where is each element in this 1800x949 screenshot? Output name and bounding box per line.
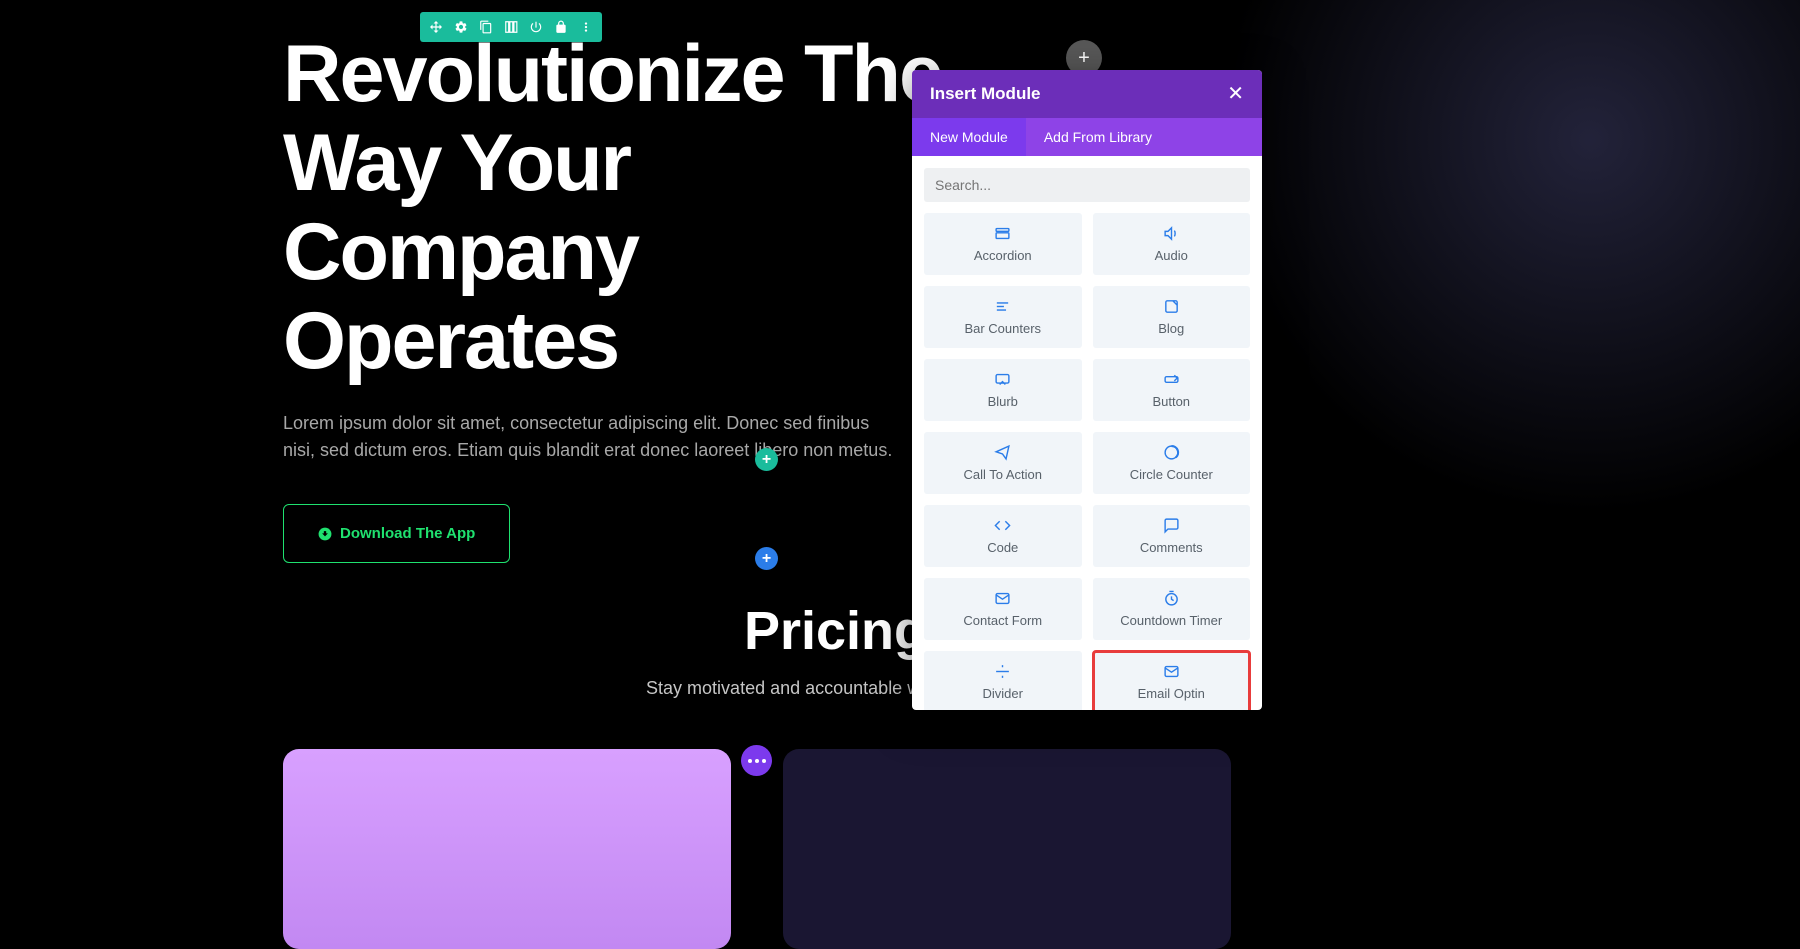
blog-icon [1163, 298, 1180, 315]
search-input[interactable] [924, 168, 1250, 202]
lock-icon[interactable] [550, 16, 572, 38]
duplicate-icon[interactable] [475, 16, 497, 38]
column-icon[interactable] [500, 16, 522, 38]
module-label: Button [1152, 394, 1190, 409]
module-label: Circle Counter [1130, 467, 1213, 482]
pricing-title: Pricing Plan [0, 600, 1800, 662]
more-icon[interactable] [575, 16, 597, 38]
module-accordion[interactable]: Accordion [924, 213, 1082, 275]
gear-icon[interactable] [450, 16, 472, 38]
module-countdown-timer[interactable]: Countdown Timer [1093, 578, 1251, 640]
pricing-subtitle: Stay motivated and accountable with our … [0, 678, 1800, 699]
module-bar-counters[interactable]: Bar Counters [924, 286, 1082, 348]
button-icon [1163, 371, 1180, 388]
pricing-card-1[interactable] [283, 749, 731, 949]
tab-add-from-library[interactable]: Add From Library [1026, 118, 1170, 156]
comments-icon [1163, 517, 1180, 534]
move-icon[interactable] [425, 16, 447, 38]
download-label: Download The App [340, 525, 475, 542]
download-icon [318, 527, 332, 541]
module-button[interactable]: Button [1093, 359, 1251, 421]
code-icon [994, 517, 1011, 534]
circle-icon [1163, 444, 1180, 461]
mail-icon [1163, 663, 1180, 680]
module-label: Comments [1140, 540, 1203, 555]
module-divider[interactable]: Divider [924, 651, 1082, 710]
module-code[interactable]: Code [924, 505, 1082, 567]
close-icon[interactable]: ✕ [1227, 84, 1244, 104]
module-label: Countdown Timer [1120, 613, 1222, 628]
module-email-optin[interactable]: Email Optin [1093, 651, 1251, 710]
blurb-icon [994, 371, 1011, 388]
module-label: Call To Action [963, 467, 1042, 482]
module-label: Contact Form [963, 613, 1042, 628]
divider-icon [994, 663, 1011, 680]
module-label: Blurb [988, 394, 1018, 409]
accordion-icon [994, 225, 1011, 242]
module-contact-form[interactable]: Contact Form [924, 578, 1082, 640]
download-button[interactable]: Download The App [283, 504, 510, 563]
pricing-card-2[interactable] [783, 749, 1231, 949]
audio-icon [1163, 225, 1180, 242]
module-audio[interactable]: Audio [1093, 213, 1251, 275]
module-label: Accordion [974, 248, 1032, 263]
add-section-button[interactable]: + [755, 448, 778, 471]
module-call-to-action[interactable]: Call To Action [924, 432, 1082, 494]
module-label: Code [987, 540, 1018, 555]
modal-title: Insert Module [930, 84, 1041, 104]
power-icon[interactable] [525, 16, 547, 38]
insert-module-modal: Insert Module ✕ New Module Add From Libr… [912, 70, 1262, 710]
cta-icon [994, 444, 1011, 461]
section-toolbar [420, 12, 602, 42]
mail-icon [994, 590, 1011, 607]
hero-description: Lorem ipsum dolor sit amet, consectetur … [283, 410, 903, 464]
bars-icon [994, 298, 1011, 315]
module-label: Bar Counters [964, 321, 1041, 336]
hero-title: Revolutionize The Way Your Company Opera… [283, 0, 983, 386]
timer-icon [1163, 590, 1180, 607]
module-label: Divider [983, 686, 1023, 701]
module-blog[interactable]: Blog [1093, 286, 1251, 348]
module-circle-counter[interactable]: Circle Counter [1093, 432, 1251, 494]
row-options-button[interactable] [741, 745, 772, 776]
module-comments[interactable]: Comments [1093, 505, 1251, 567]
module-label: Blog [1158, 321, 1184, 336]
module-label: Email Optin [1138, 686, 1205, 701]
tab-new-module[interactable]: New Module [912, 118, 1026, 156]
module-label: Audio [1155, 248, 1188, 263]
module-blurb[interactable]: Blurb [924, 359, 1082, 421]
